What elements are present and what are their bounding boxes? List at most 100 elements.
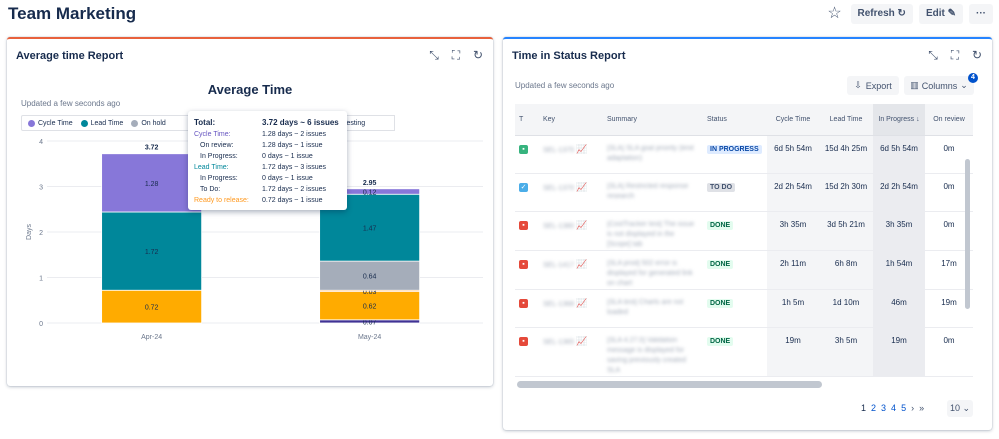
summary-cell: [SLA prod] 502 error is displayed for ge… (603, 250, 703, 290)
page-link[interactable]: 1 (861, 403, 866, 413)
y-tick-label: 4 (39, 139, 43, 146)
panel-actions: ⤡ ⛶ ↻ (927, 48, 983, 63)
bar-data-label: 0.72 (145, 305, 159, 312)
key-cell[interactable]: SEL-1375 📈 (539, 135, 603, 174)
key-cell[interactable]: SEL-1368 📈 (539, 289, 603, 328)
tooltip-row-label: Lead Time: (194, 164, 229, 171)
table-row[interactable]: ▪ SEL-1365 📈 [SLA 4.27.0] Validation messa… (515, 327, 973, 377)
bar-data-label: 0.07 (363, 319, 377, 326)
y-tick-label: 3 (39, 185, 43, 192)
chart-line-icon[interactable]: 📈 (576, 298, 587, 308)
cycle-time-cell: 1h 5m (767, 289, 819, 328)
refresh-button[interactable]: Refresh ↻ (850, 4, 913, 24)
tooltip-total-row: Total: 3.72 days ~ 6 issues (194, 115, 341, 129)
page-link[interactable]: 3 (881, 403, 886, 413)
table-row[interactable]: ▪ SEL-1375 📈 [SLA] SLA goal priority (limi… (515, 135, 973, 174)
task-type-icon: ✓ (519, 182, 528, 192)
more-button[interactable]: ··· (969, 4, 993, 24)
lead-time-cell: 1d 10m (819, 289, 873, 328)
key-cell[interactable]: SEL-1417 📈 (539, 250, 603, 290)
table-row[interactable]: ▪ SEL-1417 📈 [SLA prod] 502 error is displ… (515, 250, 973, 290)
in-progress-cell: 19m (873, 327, 925, 377)
header-in-progress-label: In Progress (878, 115, 915, 123)
page-link[interactable]: 2 (871, 403, 876, 413)
summary-cell: [SLA 4.27.0] Validation message is displ… (603, 327, 703, 377)
tooltip-row: In Progress: 0 days ~ 1 issue (194, 173, 341, 184)
tooltip-row-value: 0 days ~ 1 issue (262, 175, 313, 182)
in-progress-cell: 6d 5h 54m (873, 135, 925, 174)
horizontal-scrollbar[interactable] (517, 381, 822, 388)
export-button[interactable]: ⇩ Export (847, 76, 899, 95)
cycle-time-cell: 2h 11m (767, 250, 819, 290)
chart-line-icon[interactable]: 📈 (576, 336, 587, 346)
key-cell[interactable]: SEL-1380 📈 (539, 211, 603, 251)
header-in-progress[interactable]: In Progress ↓ (873, 104, 925, 136)
issue-key[interactable]: SEL-1365 (543, 339, 574, 346)
lead-time-cell: 15d 2h 30m (819, 173, 873, 212)
columns-label: Columns (921, 80, 958, 91)
next-page-icon[interactable]: › (911, 403, 914, 413)
chart-tooltip: Total: 3.72 days ~ 6 issues Cycle Time: 1… (188, 111, 347, 210)
chart-line-icon[interactable]: 📈 (576, 259, 587, 269)
panel-title: Time in Status Report (512, 50, 626, 62)
table-header-row: T Key Summary Status Cycle Time Lead Tim… (515, 104, 973, 136)
chart-line-icon[interactable]: 📈 (576, 182, 587, 192)
type-cell: ✓ (515, 173, 539, 212)
header-summary[interactable]: Summary (603, 104, 703, 136)
vertical-scrollbar[interactable] (965, 159, 970, 309)
refresh-icon[interactable]: ↻ (971, 48, 983, 63)
average-time-report-panel: Average time Report ⤡ ⛶ ↻ Average Time U… (7, 37, 493, 386)
issue-key[interactable]: SEL-1380 (543, 223, 574, 230)
issue-key[interactable]: SEL-1375 (543, 147, 574, 154)
page-link[interactable]: 5 (901, 403, 906, 413)
header-lead-time[interactable]: Lead Time (819, 104, 873, 136)
tooltip-row: To Do: 1.72 days ~ 2 issues (194, 184, 341, 195)
columns-button[interactable]: ▥ Columns ⌄ (904, 76, 974, 95)
columns-icon: ▥ (910, 80, 919, 90)
time-in-status-panel: Time in Status Report ⤡ ⛶ ↻ Updated a fe… (503, 37, 992, 430)
header-status[interactable]: Status (703, 104, 767, 136)
issue-key[interactable]: SEL-1370 (543, 185, 574, 192)
bar-total-label: 2.95 (363, 180, 377, 187)
summary-cell: [SLA test] Charts are not loaded (603, 289, 703, 328)
bar-data-label: 0.12 (363, 190, 377, 197)
chart-line-icon[interactable]: 📈 (576, 220, 587, 230)
table-row[interactable]: ✓ SEL-1370 📈 [SLA] Restricted response res… (515, 173, 973, 212)
status-lozenge: TO DO (707, 182, 736, 192)
key-cell[interactable]: SEL-1370 📈 (539, 173, 603, 212)
story-type-icon: ▪ (519, 144, 528, 154)
issue-summary: [CostTracker test] The issue is not disp… (607, 220, 695, 248)
key-cell[interactable]: SEL-1365 📈 (539, 327, 603, 377)
average-time-chart: Days012340.7201.721.283.72Apr-240.070.62… (26, 139, 483, 341)
issue-summary: [SLA 4.27.0] Validation message is displ… (607, 336, 686, 374)
in-progress-cell: 1h 54m (873, 250, 925, 290)
type-cell: ▪ (515, 211, 539, 251)
chart-line-icon[interactable]: 📈 (576, 144, 587, 154)
star-icon[interactable]: ☆ (825, 4, 845, 24)
page-size-value: 10 (949, 403, 960, 413)
fullscreen-icon[interactable]: ⛶ (949, 48, 961, 63)
bar-total-label: 3.72 (145, 145, 159, 152)
header-on-review[interactable]: On review (925, 104, 973, 136)
edit-button[interactable]: Edit ✎ (918, 4, 963, 24)
page-size-select[interactable]: 10 ⌄ (947, 400, 973, 417)
header-type[interactable]: T (515, 104, 539, 136)
page-link[interactable]: 4 (891, 403, 896, 413)
type-cell: ▪ (515, 135, 539, 174)
header-key[interactable]: Key (539, 104, 603, 136)
issue-key[interactable]: SEL-1417 (543, 262, 574, 269)
issue-summary: [SLA test] Charts are not loaded (607, 298, 684, 316)
updated-text: Updated a few seconds ago (515, 81, 615, 90)
header-cycle-time[interactable]: Cycle Time (767, 104, 819, 136)
collapse-icon[interactable]: ⤡ (927, 48, 939, 63)
table-row[interactable]: ▪ SEL-1380 📈 [CostTracker test] The issue … (515, 211, 973, 251)
last-page-icon[interactable]: » (919, 403, 924, 413)
bar-data-label: 1.47 (363, 226, 377, 233)
lead-time-cell: 15d 4h 25m (819, 135, 873, 174)
tooltip-row-value: 0.72 days ~ 1 issue (262, 197, 323, 204)
table-row[interactable]: ▪ SEL-1368 📈 [SLA test] Charts are not loa… (515, 289, 973, 328)
cycle-time-cell: 19m (767, 327, 819, 377)
columns-count-badge: 4 (968, 73, 978, 83)
issue-key[interactable]: SEL-1368 (543, 301, 574, 308)
tooltip-row-label: To Do: (200, 186, 221, 193)
